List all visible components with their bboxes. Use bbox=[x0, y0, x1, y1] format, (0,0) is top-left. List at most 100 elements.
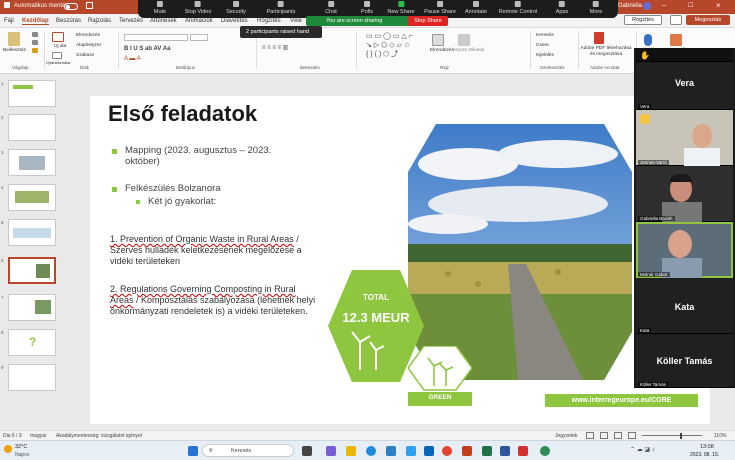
tab-slideshow[interactable]: Diavetítés bbox=[221, 18, 248, 24]
arrange-label[interactable]: Elrendezés bbox=[430, 48, 454, 53]
zoom-more[interactable]: More bbox=[590, 1, 602, 15]
quick-styles-label[interactable]: Gyors stílusok bbox=[454, 48, 484, 53]
present-button[interactable] bbox=[670, 15, 682, 25]
save-icon[interactable] bbox=[86, 2, 93, 9]
new-slide-label[interactable]: Új dia bbox=[54, 44, 66, 49]
layout-button[interactable]: Elrendezés bbox=[76, 33, 100, 38]
tab-file[interactable]: Fájl bbox=[4, 18, 14, 24]
task-view-icon[interactable] bbox=[302, 446, 312, 456]
reuse-label[interactable]: Újrahasználat bbox=[46, 60, 70, 65]
slide-thumb[interactable] bbox=[8, 184, 56, 211]
clock-time[interactable]: 13:08 bbox=[700, 444, 714, 450]
participant-video[interactable]: Gabriella Baráth bbox=[636, 166, 733, 222]
dictate-icon[interactable] bbox=[644, 34, 652, 46]
font-size-field[interactable] bbox=[190, 34, 208, 41]
normal-view-icon[interactable] bbox=[586, 432, 594, 439]
taskbar-search[interactable]: ⚲ Keresés bbox=[202, 444, 294, 457]
language[interactable]: magyar bbox=[30, 433, 47, 439]
format-painter-icon[interactable] bbox=[32, 48, 38, 53]
accessibility-status[interactable]: Akadálymentesség: vizsgálatot igényel bbox=[56, 433, 142, 439]
avatar[interactable] bbox=[643, 2, 651, 10]
store-icon[interactable] bbox=[386, 446, 396, 456]
autosave-toggle[interactable] bbox=[64, 3, 78, 10]
word-icon[interactable] bbox=[500, 446, 510, 456]
zoom-stop-video[interactable]: Stop Video bbox=[185, 1, 211, 15]
app-icon[interactable] bbox=[540, 446, 550, 456]
select-button[interactable]: Kijelölés bbox=[536, 53, 554, 58]
tab-record[interactable]: Rögzítés bbox=[257, 18, 281, 24]
slide-thumb[interactable] bbox=[8, 80, 56, 107]
slide-thumb[interactable] bbox=[8, 114, 56, 141]
notes-button[interactable]: Jegyzetek bbox=[555, 433, 578, 439]
teams-icon[interactable] bbox=[326, 446, 336, 456]
tab-insert[interactable]: Beszúrás bbox=[56, 18, 81, 24]
zoom-apps[interactable]: Apps bbox=[556, 1, 568, 15]
zoom-remote-control[interactable]: Remote Control bbox=[499, 1, 537, 15]
slide-title[interactable]: Első feladatok bbox=[108, 101, 257, 127]
slideshow-view-icon[interactable] bbox=[628, 432, 636, 439]
stop-share-button[interactable]: Stop Share bbox=[408, 16, 448, 26]
zoom-chat[interactable]: Chat bbox=[325, 1, 337, 15]
slide-thumb[interactable] bbox=[8, 364, 56, 391]
adobe-pdf-label[interactable]: Adobe PDF létrehozása és megosztása bbox=[580, 46, 632, 58]
format-buttons[interactable]: B I U S ab AV Aa bbox=[124, 46, 170, 52]
participant-video[interactable]: Jennes-Varró bbox=[636, 110, 733, 166]
new-slide-icon[interactable] bbox=[52, 32, 64, 42]
paste-label[interactable]: Beillesztés bbox=[3, 48, 26, 53]
tab-draw[interactable]: Rajzolás bbox=[88, 18, 111, 24]
record-button[interactable]: Rögzítés bbox=[624, 15, 662, 25]
reading-view-icon[interactable] bbox=[614, 432, 622, 439]
zoom-level[interactable]: 110% bbox=[714, 433, 726, 439]
zoom-app-icon[interactable] bbox=[406, 446, 416, 456]
weather-icon[interactable] bbox=[4, 445, 12, 453]
tab-animations[interactable]: Animációk bbox=[185, 18, 213, 24]
weather-label[interactable]: Napos bbox=[15, 452, 29, 458]
tab-transitions[interactable]: Áttűnések bbox=[150, 18, 177, 24]
clock-date[interactable]: 2023. 08. 15. bbox=[690, 452, 719, 458]
paste-icon[interactable] bbox=[8, 32, 20, 46]
zoom-new-share[interactable]: New Share bbox=[387, 1, 415, 15]
participant-tile[interactable]: Vera Vera bbox=[636, 62, 733, 110]
shapes-gallery[interactable]: ▭ ▭ ◯ ▭ △ ⌐ ↘ ▷ ⬠ ◇ ▱ ☆{ } ( ) ⬡ ⤴ bbox=[366, 32, 426, 62]
slide-thumb[interactable]: ? bbox=[8, 329, 56, 356]
participant-tile[interactable]: Köller Tamás Köller Tamás bbox=[636, 334, 733, 388]
outlook-icon[interactable] bbox=[424, 446, 434, 456]
align-buttons[interactable]: ≡ ≡ ≡ ≡ ▥ bbox=[262, 44, 288, 51]
powerpoint-taskbar-icon[interactable] bbox=[462, 446, 472, 456]
start-icon[interactable] bbox=[188, 446, 198, 456]
zoom-slider[interactable] bbox=[642, 435, 702, 436]
zoom-slider-thumb[interactable] bbox=[680, 433, 682, 439]
tab-review[interactable]: Véle bbox=[290, 18, 302, 24]
zoom-pause-share[interactable]: Pause Share bbox=[424, 1, 456, 15]
find-button[interactable]: Keresés bbox=[536, 33, 554, 38]
practice-2[interactable]: 2. Regulations Governing Composting in R… bbox=[110, 284, 316, 317]
bullet-bolzano[interactable]: Felkészülés Bolzanora bbox=[125, 183, 221, 194]
practice-1[interactable]: 1. Prevention of Organic Waste in Rural … bbox=[110, 234, 316, 267]
chrome-icon[interactable] bbox=[442, 446, 452, 456]
copy-icon[interactable] bbox=[32, 40, 38, 45]
weather-temp[interactable]: 32°C bbox=[15, 444, 27, 450]
arrange-icon[interactable] bbox=[432, 34, 444, 46]
acrobat-icon[interactable] bbox=[518, 446, 528, 456]
system-tray-icons[interactable]: ⌃ ☁ ◪ ♪ bbox=[630, 446, 655, 453]
slide-thumb[interactable] bbox=[8, 219, 56, 246]
excel-icon[interactable] bbox=[482, 446, 492, 456]
font-color-buttons[interactable]: A ▬ A bbox=[124, 56, 141, 62]
sub-bullet-practices[interactable]: Két jó gyakorlat: bbox=[148, 196, 216, 207]
share-button[interactable]: Megosztás bbox=[686, 15, 730, 25]
replace-button[interactable]: Csere bbox=[536, 43, 549, 48]
slide-thumb-selected[interactable] bbox=[8, 257, 56, 284]
zoom-polls[interactable]: Polls bbox=[361, 1, 373, 15]
file-explorer-icon[interactable] bbox=[346, 446, 356, 456]
font-name-field[interactable] bbox=[124, 34, 188, 41]
edge-icon[interactable] bbox=[366, 446, 376, 456]
maximize-icon[interactable]: ☐ bbox=[688, 2, 693, 9]
reuse-slides-icon[interactable] bbox=[52, 52, 62, 59]
minimize-icon[interactable]: – bbox=[662, 2, 666, 9]
tab-home[interactable]: Kezdőlap bbox=[22, 18, 49, 25]
reset-button[interactable]: Alaphelyzet bbox=[76, 43, 101, 48]
zoom-participants[interactable]: Participants bbox=[267, 1, 295, 15]
sorter-view-icon[interactable] bbox=[600, 432, 608, 439]
slide-thumb[interactable] bbox=[8, 149, 56, 176]
zoom-security[interactable]: Security bbox=[226, 1, 246, 15]
